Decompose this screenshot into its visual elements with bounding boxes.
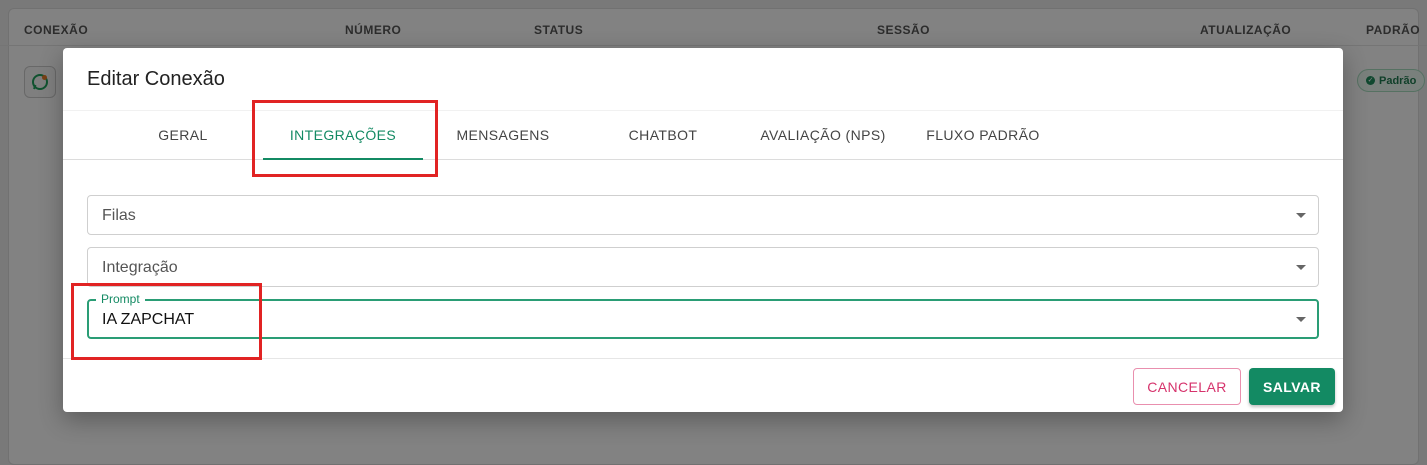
tab-avaliacao-nps[interactable]: AVALIAÇÃO (NPS) bbox=[753, 111, 893, 159]
dropdown-arrow-icon bbox=[1296, 265, 1306, 270]
active-tab-indicator bbox=[263, 158, 423, 160]
dialog-title: Editar Conexão bbox=[87, 68, 225, 90]
footer-divider bbox=[63, 358, 1343, 359]
prompt-select[interactable]: Prompt IA ZAPCHAT bbox=[87, 292, 1319, 339]
edit-connection-dialog: Editar Conexão GERAL INTEGRAÇÕES MENSAGE… bbox=[63, 48, 1343, 412]
tab-geral[interactable]: GERAL bbox=[123, 111, 243, 159]
tab-bar: GERAL INTEGRAÇÕES MENSAGENS CHATBOT AVAL… bbox=[63, 111, 1343, 160]
prompt-field-label: Prompt bbox=[96, 292, 145, 306]
tab-mensagens[interactable]: MENSAGENS bbox=[443, 111, 563, 159]
tab-chatbot[interactable]: CHATBOT bbox=[603, 111, 723, 159]
dropdown-arrow-icon bbox=[1296, 317, 1306, 322]
filas-select[interactable]: Filas bbox=[87, 195, 1319, 235]
tab-fluxo-padrao[interactable]: FLUXO PADRÃO bbox=[913, 111, 1053, 159]
save-button[interactable]: SALVAR bbox=[1249, 368, 1335, 405]
dropdown-arrow-icon bbox=[1296, 213, 1306, 218]
prompt-selected-value: IA ZAPCHAT bbox=[102, 311, 195, 328]
cancel-button[interactable]: CANCELAR bbox=[1133, 368, 1241, 405]
tab-integracoes[interactable]: INTEGRAÇÕES bbox=[263, 111, 423, 159]
filas-placeholder: Filas bbox=[102, 207, 136, 224]
integracao-placeholder: Integração bbox=[102, 259, 178, 276]
integracao-select[interactable]: Integração bbox=[87, 247, 1319, 287]
